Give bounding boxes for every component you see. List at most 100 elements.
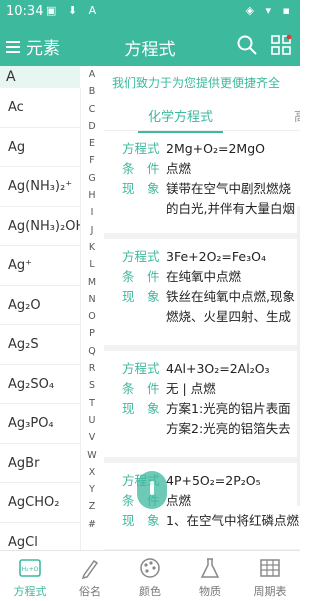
index-letter[interactable]: R xyxy=(82,360,102,377)
equation-card[interactable]: 方程式 4Al+3O₂=2Al₂O₃ 条 件无 | 点燃 现 象方案1:光亮的铝片… xyxy=(104,351,300,463)
phenomenon-text-continued: 方案2:光亮的铝箔失去 xyxy=(166,421,291,436)
equation-text: 4Al+3O₂=2Al₂O₃ xyxy=(166,361,270,376)
equation-card[interactable]: 方程式 2Mg+O₂=2MgO 条 件点燃 现 象镁带在空气中剧烈燃烧 的白光,并… xyxy=(104,131,300,239)
svg-text:H₂+O: H₂+O xyxy=(22,566,39,573)
equation-card[interactable]: 方程式 3Fe+2O₂=Fe₃O₄ 条 件在纯氧中点燃 现 象铁丝在纯氧中点燃,现… xyxy=(104,239,300,351)
status-left-icons: ▣ ⬇ A xyxy=(46,4,101,17)
tab-chemical-equation[interactable]: 化学方程式 xyxy=(137,106,224,133)
index-letter[interactable]: W xyxy=(82,447,102,464)
equation-label: 方程式 xyxy=(122,141,160,156)
index-letter[interactable]: N xyxy=(82,291,102,308)
index-letter[interactable]: T xyxy=(82,395,102,412)
element-item[interactable]: Ag(NH₃)₂⁺ xyxy=(0,167,80,207)
element-item[interactable]: Ag xyxy=(0,128,80,167)
element-item[interactable]: Ag₂S xyxy=(0,325,80,365)
phenomenon-text-continued: 燃烧、火星四射、生成 xyxy=(166,309,292,324)
phenomenon-label: 现 象 xyxy=(122,289,160,304)
index-letter[interactable]: A xyxy=(82,66,102,83)
index-letter[interactable]: G xyxy=(82,170,102,187)
condition-text: 点燃 xyxy=(166,493,192,508)
index-letter[interactable]: F xyxy=(82,152,102,169)
phenomenon-text: 方案1:光亮的铝片表面 xyxy=(166,401,291,416)
index-letter[interactable]: C xyxy=(82,101,102,118)
index-letter[interactable]: V xyxy=(82,429,102,446)
equation-text: 3Fe+2O₂=Fe₃O₄ xyxy=(166,249,266,264)
index-letter[interactable]: O xyxy=(82,308,102,325)
index-letter[interactable]: L xyxy=(82,256,102,273)
phenomenon-label: 现 象 xyxy=(122,181,160,196)
index-letter[interactable]: H xyxy=(82,187,102,204)
element-item[interactable]: AgBr xyxy=(0,444,80,483)
palette-icon xyxy=(140,558,160,578)
nav-label: 颜色 xyxy=(139,585,161,598)
element-list[interactable]: Ac Ag Ag(NH₃)₂⁺ Ag(NH₃)₂OH Ag⁺ Ag₂O Ag₂S… xyxy=(0,88,81,550)
index-letter[interactable]: S xyxy=(82,377,102,394)
condition-label: 条 件 xyxy=(122,161,160,176)
index-letter[interactable]: # xyxy=(82,516,102,533)
grid-menu-icon[interactable] xyxy=(270,34,292,56)
nav-common-name[interactable]: 俗名 xyxy=(60,551,120,601)
search-icon[interactable] xyxy=(236,34,258,56)
phenomenon-label: 现 象 xyxy=(122,513,160,528)
index-letter[interactable]: I xyxy=(82,204,102,221)
index-letter[interactable]: M xyxy=(82,274,102,291)
alphabet-index[interactable]: A B C D E F G H I J K L M N O P Q R S T … xyxy=(82,66,102,550)
nav-substance[interactable]: 物质 xyxy=(180,551,240,601)
table-icon xyxy=(260,559,280,577)
condition-text: 无 | 点燃 xyxy=(166,381,216,396)
equation-label: 方程式 xyxy=(122,249,160,264)
index-letter[interactable]: J xyxy=(82,222,102,239)
equation-panel: 我们致力于为您提供更便捷齐全 化学方程式 高 方程式 2Mg+O₂=2MgO 条 … xyxy=(104,66,300,550)
status-bar: 10:34 ▣ ⬇ A ◈ ▾ ▪ xyxy=(0,0,300,26)
element-item[interactable]: Ag(NH₃)₂OH xyxy=(0,207,80,246)
nav-periodic-table[interactable]: 周期表 xyxy=(240,551,300,601)
element-item[interactable]: Ag₃PO₄ xyxy=(0,404,80,444)
index-letter[interactable]: U xyxy=(82,412,102,429)
condition-text: 点燃 xyxy=(166,161,192,176)
index-letter[interactable]: X xyxy=(82,464,102,481)
index-letter[interactable]: Q xyxy=(82,343,102,360)
scrollbar[interactable] xyxy=(297,206,300,506)
status-time: 10:34 xyxy=(6,4,44,19)
element-item[interactable]: Ac xyxy=(0,88,80,128)
status-right-icons: ◈ ▾ ▪ xyxy=(245,4,294,17)
index-letter[interactable]: B xyxy=(82,83,102,100)
equation-text: 2Mg+O₂=2MgO xyxy=(166,141,265,156)
phenomenon-text-continued: 的白光,并伴有大量白烟 xyxy=(166,201,295,216)
flask-icon xyxy=(200,558,220,578)
element-item[interactable]: Ag₂O xyxy=(0,286,80,325)
equation-card[interactable]: 方程式4P+5O₂=2P₂O₅ 条 件点燃 现 象1、在空气中将红磷点燃 xyxy=(104,463,300,550)
element-item[interactable]: AgCHO₂ xyxy=(0,483,80,523)
phenomenon-text: 镁带在空气中剧烈燃烧 xyxy=(166,181,292,196)
bottom-nav: H₂+O 方程式 俗名 颜色 物质 周期表 xyxy=(0,550,300,601)
nav-label: 周期表 xyxy=(253,585,287,598)
nav-color[interactable]: 颜色 xyxy=(120,551,180,601)
phenomenon-text: 1、在空气中将红磷点燃 xyxy=(166,513,299,528)
nav-label: 俗名 xyxy=(79,585,101,598)
equation-icon: H₂+O xyxy=(19,559,41,577)
element-item[interactable]: AgCl xyxy=(0,523,80,551)
nav-label: 物质 xyxy=(199,585,221,598)
condition-text: 在纯氧中点燃 xyxy=(166,269,242,284)
index-letter[interactable]: D xyxy=(82,118,102,135)
equation-label: 方程式 xyxy=(122,361,160,376)
index-letter[interactable]: P xyxy=(82,325,102,342)
condition-label: 条 件 xyxy=(122,269,160,284)
element-item[interactable]: Ag₂SO₄ xyxy=(0,365,80,404)
index-letter[interactable]: Y xyxy=(82,481,102,498)
nav-label: 方程式 xyxy=(13,585,47,598)
nav-equation[interactable]: H₂+O 方程式 xyxy=(0,551,60,601)
phenomenon-text: 铁丝在纯氧中点燃,现象 xyxy=(166,289,295,304)
phenomenon-label: 现 象 xyxy=(122,401,160,416)
index-letter[interactable]: K xyxy=(82,239,102,256)
tab-bar: 化学方程式 高 xyxy=(104,100,300,133)
index-letter[interactable]: Z xyxy=(82,498,102,515)
slogan-banner: 我们致力于为您提供更便捷齐全 xyxy=(112,76,281,90)
index-letter[interactable]: E xyxy=(82,135,102,152)
tab-next[interactable]: 高 xyxy=(294,106,300,125)
condition-label: 条 件 xyxy=(122,381,160,396)
element-item[interactable]: Ag⁺ xyxy=(0,246,80,286)
equation-text: 4P+5O₂=2P₂O₅ xyxy=(166,473,261,488)
section-letter-header: A xyxy=(0,66,80,88)
floating-drag-handle[interactable] xyxy=(137,471,167,509)
